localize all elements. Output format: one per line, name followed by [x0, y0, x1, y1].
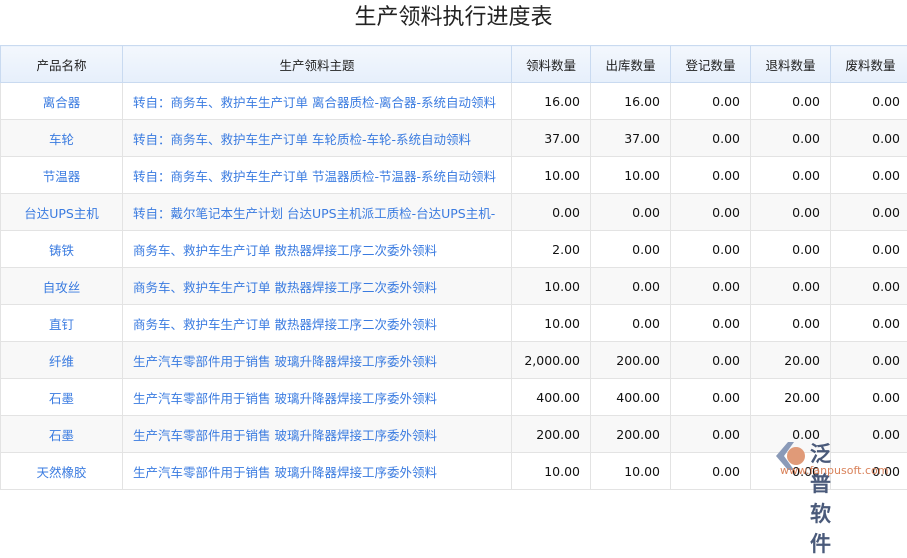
product-name-link[interactable]: 直钉: [1, 305, 123, 342]
product-name-link[interactable]: 石墨: [1, 379, 123, 416]
quantity-cell: 10.00: [512, 305, 591, 342]
quantity-cell: 0.00: [831, 305, 907, 342]
table-row: 自攻丝商务车、救护车生产订单 散热器焊接工序二次委外领料10.000.000.0…: [1, 268, 907, 305]
column-header[interactable]: 废料数量: [831, 46, 907, 83]
column-header[interactable]: 退料数量: [751, 46, 831, 83]
quantity-cell: 0.00: [671, 379, 751, 416]
quantity-cell: 0.00: [831, 194, 907, 231]
product-name-link[interactable]: 纤维: [1, 342, 123, 379]
column-header[interactable]: 登记数量: [671, 46, 751, 83]
subject-link[interactable]: 生产汽车零部件用于销售 玻璃升降器焊接工序委外领料: [123, 379, 512, 416]
table-row: 纤维生产汽车零部件用于销售 玻璃升降器焊接工序委外领料2,000.00200.0…: [1, 342, 907, 379]
quantity-cell: 0.00: [591, 231, 671, 268]
product-name-link[interactable]: 自攻丝: [1, 268, 123, 305]
page-title: 生产领料执行进度表: [0, 0, 907, 45]
table-row: 离合器转自：商务车、救护车生产订单 离合器质检-离合器-系统自动领料16.001…: [1, 83, 907, 120]
quantity-cell: 0.00: [591, 305, 671, 342]
quantity-cell: 37.00: [512, 120, 591, 157]
product-name-link[interactable]: 铸铁: [1, 231, 123, 268]
table-row: 铸铁商务车、救护车生产订单 散热器焊接工序二次委外领料2.000.000.000…: [1, 231, 907, 268]
table-row: 石墨生产汽车零部件用于销售 玻璃升降器焊接工序委外领料200.00200.000…: [1, 416, 907, 453]
table-row: 节温器转自：商务车、救护车生产订单 节温器质检-节温器-系统自动领料10.001…: [1, 157, 907, 194]
quantity-cell: 0.00: [671, 120, 751, 157]
quantity-cell: 10.00: [512, 157, 591, 194]
quantity-cell: 0.00: [671, 305, 751, 342]
quantity-cell: 20.00: [751, 342, 831, 379]
table-row: 台达UPS主机转自：戴尔笔记本生产计划 台达UPS主机派工质检-台达UPS主机-…: [1, 194, 907, 231]
quantity-cell: 0.00: [671, 157, 751, 194]
progress-table: 产品名称生产领料主题领料数量出库数量登记数量退料数量废料数量 离合器转自：商务车…: [0, 45, 907, 490]
product-name-link[interactable]: 石墨: [1, 416, 123, 453]
quantity-cell: 0.00: [831, 231, 907, 268]
quantity-cell: 0.00: [751, 157, 831, 194]
quantity-cell: 0.00: [831, 120, 907, 157]
quantity-cell: 0.00: [831, 157, 907, 194]
quantity-cell: 0.00: [831, 83, 907, 120]
quantity-cell: 0.00: [591, 194, 671, 231]
quantity-cell: 0.00: [751, 305, 831, 342]
quantity-cell: 0.00: [671, 416, 751, 453]
column-header[interactable]: 生产领料主题: [123, 46, 512, 83]
quantity-cell: 0.00: [671, 342, 751, 379]
quantity-cell: 37.00: [591, 120, 671, 157]
product-name-link[interactable]: 车轮: [1, 120, 123, 157]
quantity-cell: 0.00: [671, 268, 751, 305]
column-header[interactable]: 领料数量: [512, 46, 591, 83]
subject-link[interactable]: 转自：商务车、救护车生产订单 车轮质检-车轮-系统自动领料: [123, 120, 512, 157]
product-name-link[interactable]: 离合器: [1, 83, 123, 120]
table-row: 石墨生产汽车零部件用于销售 玻璃升降器焊接工序委外领料400.00400.000…: [1, 379, 907, 416]
quantity-cell: 2,000.00: [512, 342, 591, 379]
quantity-cell: 0.00: [671, 231, 751, 268]
quantity-cell: 0.00: [751, 231, 831, 268]
subject-link[interactable]: 生产汽车零部件用于销售 玻璃升降器焊接工序委外领料: [123, 416, 512, 453]
quantity-cell: 0.00: [831, 416, 907, 453]
quantity-cell: 0.00: [831, 379, 907, 416]
quantity-cell: 0.00: [751, 268, 831, 305]
quantity-cell: 0.00: [831, 268, 907, 305]
quantity-cell: 0.00: [751, 120, 831, 157]
quantity-cell: 200.00: [512, 416, 591, 453]
quantity-cell: 400.00: [512, 379, 591, 416]
quantity-cell: 400.00: [591, 379, 671, 416]
quantity-cell: 0.00: [591, 268, 671, 305]
subject-link[interactable]: 转自：戴尔笔记本生产计划 台达UPS主机派工质检-台达UPS主机-: [123, 194, 512, 231]
table-row: 直钉商务车、救护车生产订单 散热器焊接工序二次委外领料10.000.000.00…: [1, 305, 907, 342]
quantity-cell: 0.00: [671, 194, 751, 231]
quantity-cell: 2.00: [512, 231, 591, 268]
column-header[interactable]: 出库数量: [591, 46, 671, 83]
subject-link[interactable]: 商务车、救护车生产订单 散热器焊接工序二次委外领料: [123, 231, 512, 268]
subject-link[interactable]: 商务车、救护车生产订单 散热器焊接工序二次委外领料: [123, 305, 512, 342]
subject-link[interactable]: 商务车、救护车生产订单 散热器焊接工序二次委外领料: [123, 268, 512, 305]
column-header[interactable]: 产品名称: [1, 46, 123, 83]
quantity-cell: 0.00: [671, 83, 751, 120]
quantity-cell: 200.00: [591, 342, 671, 379]
quantity-cell: 20.00: [751, 379, 831, 416]
quantity-cell: 0.00: [512, 194, 591, 231]
product-name-link[interactable]: 台达UPS主机: [1, 194, 123, 231]
product-name-link[interactable]: 节温器: [1, 157, 123, 194]
quantity-cell: 0.00: [751, 416, 831, 453]
quantity-cell: 10.00: [512, 268, 591, 305]
table-row: 车轮转自：商务车、救护车生产订单 车轮质检-车轮-系统自动领料37.0037.0…: [1, 120, 907, 157]
quantity-cell: 0.00: [751, 83, 831, 120]
quantity-cell: 200.00: [591, 416, 671, 453]
quantity-cell: 10.00: [591, 157, 671, 194]
subject-link[interactable]: 生产汽车零部件用于销售 玻璃升降器焊接工序委外领料: [123, 342, 512, 379]
quantity-cell: 16.00: [512, 83, 591, 120]
quantity-cell: 0.00: [751, 194, 831, 231]
subject-link[interactable]: 转自：商务车、救护车生产订单 离合器质检-离合器-系统自动领料: [123, 83, 512, 120]
quantity-cell: 0.00: [831, 342, 907, 379]
subject-link[interactable]: 转自：商务车、救护车生产订单 节温器质检-节温器-系统自动领料: [123, 157, 512, 194]
quantity-cell: 16.00: [591, 83, 671, 120]
